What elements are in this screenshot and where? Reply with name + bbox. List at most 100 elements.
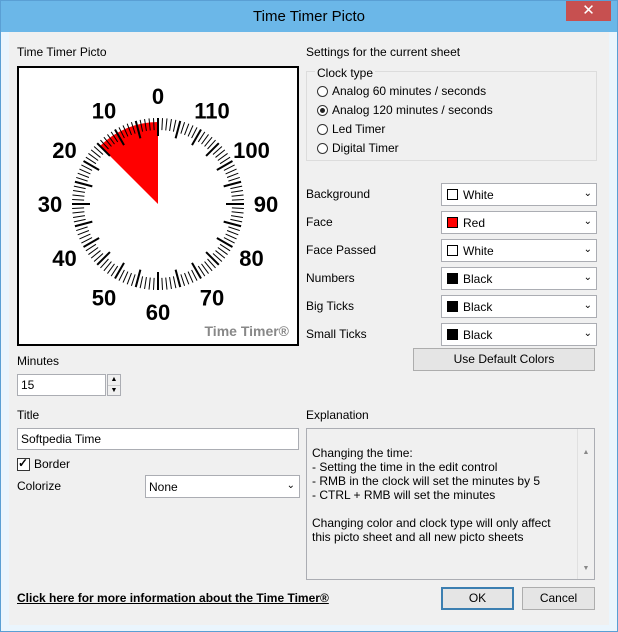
border-label: Border	[34, 457, 71, 471]
colorize-select[interactable]: None ⌄	[145, 475, 300, 498]
clock-number: 110	[194, 98, 230, 123]
small-tick	[77, 230, 90, 236]
small-ticks-label: Small Ticks	[306, 327, 367, 341]
clock-number: 20	[52, 138, 76, 163]
small-tick	[231, 190, 244, 193]
chevron-down-icon: ⌄	[583, 328, 592, 339]
color-swatch	[447, 217, 458, 228]
clock-number: 60	[146, 300, 170, 325]
small-tick	[72, 211, 85, 214]
scroll-up-icon[interactable]: ▲	[578, 446, 594, 460]
clock-number: 10	[92, 98, 116, 123]
clock-number: 70	[200, 286, 224, 311]
small-tick	[180, 274, 186, 286]
title-label: Title	[17, 408, 40, 422]
dialog-window: Time Timer Picto ✕ Time Timer Picto 0 10 2…	[0, 0, 618, 632]
explanation-scrollbar[interactable]: ▲ ▼	[577, 429, 594, 579]
clock-number: 50	[92, 286, 116, 311]
small-tick	[172, 276, 177, 289]
ok-button[interactable]: OK	[441, 587, 514, 610]
small-tick	[230, 185, 243, 190]
border-checkbox-row[interactable]: Border	[17, 456, 71, 471]
big-tick	[191, 129, 202, 146]
radio-button[interactable]	[317, 85, 328, 97]
small-tick	[187, 125, 194, 137]
radio-label: Analog 60 minutes / seconds	[332, 84, 487, 98]
title-bar[interactable]: Time Timer Picto ✕	[1, 1, 617, 32]
minutes-input[interactable]: 15	[17, 374, 106, 396]
chevron-down-icon: ⌄	[583, 300, 592, 311]
small-tick	[79, 233, 91, 240]
small-tick	[231, 199, 244, 201]
color-value: Black	[463, 271, 493, 286]
border-checkbox[interactable]	[17, 456, 30, 471]
radio-analog-120[interactable]: Analog 120 minutes / seconds	[317, 103, 493, 117]
big-tick	[134, 269, 142, 288]
small-tick	[169, 277, 172, 290]
spin-down-icon[interactable]: ▼	[108, 386, 120, 396]
spin-up-icon[interactable]: ▲	[108, 375, 120, 386]
background-color-select[interactable]: White ⌄	[441, 183, 597, 206]
radio-button[interactable]	[317, 104, 328, 116]
chevron-down-icon: ⌄	[286, 480, 295, 491]
title-input[interactable]: Softpedia Time	[17, 428, 299, 450]
color-value: White	[463, 243, 494, 258]
small-tick	[169, 118, 172, 131]
small-tick	[153, 118, 155, 131]
small-tick	[72, 190, 85, 193]
big-tick	[223, 220, 242, 228]
small-tick	[165, 118, 168, 131]
explanation-body: Changing the time: - Setting the time in…	[312, 446, 551, 544]
small-tick	[72, 207, 85, 209]
small-tick	[187, 271, 194, 283]
small-tick	[231, 215, 244, 218]
small-tick	[139, 276, 144, 289]
radio-led-timer[interactable]: Led Timer	[317, 122, 385, 136]
close-icon[interactable]: ✕	[566, 1, 611, 21]
background-label: Background	[306, 187, 371, 201]
color-value: Black	[463, 299, 493, 314]
big-tick	[216, 160, 233, 171]
small-tick	[76, 226, 88, 232]
scroll-down-icon[interactable]: ▼	[578, 562, 594, 576]
more-info-link[interactable]: Click here for more information about th…	[17, 591, 329, 605]
dialog-client-area: Time Timer Picto 0 10 20 30 40 50 60 70 80 90 100 1…	[9, 32, 609, 625]
small-tick	[76, 176, 88, 182]
face-color-select[interactable]: Red ⌄	[441, 211, 597, 234]
preview-label: Time Timer Picto	[17, 45, 107, 59]
clock-type-group: Clock type Analog 60 minutes / seconds A…	[306, 66, 597, 161]
color-swatch	[447, 301, 458, 312]
small-tick	[226, 172, 239, 178]
small-tick	[161, 118, 163, 131]
small-tick	[73, 218, 86, 223]
radio-button[interactable]	[317, 123, 328, 135]
small-tick	[77, 172, 90, 178]
small-tick	[79, 168, 91, 175]
big-ticks-color-select[interactable]: Black ⌄	[441, 295, 597, 318]
clock-number: 80	[239, 246, 263, 271]
numbers-color-select[interactable]: Black ⌄	[441, 267, 597, 290]
analog-clock[interactable]: 0 10 20 30 40 50 60 70 80 90 100110 Time Timer®	[19, 68, 297, 344]
small-tick	[180, 122, 186, 134]
small-tick	[184, 272, 190, 285]
clock-preview[interactable]: 0 10 20 30 40 50 60 70 80 90 100 110 Time Timer®	[17, 66, 299, 346]
chevron-down-icon: ⌄	[583, 188, 592, 199]
time-timer-brand: Time Timer®	[205, 323, 290, 339]
face-label: Face	[306, 215, 333, 229]
small-ticks-color-select[interactable]: Black ⌄	[441, 323, 597, 346]
face-passed-color-select[interactable]: White ⌄	[441, 239, 597, 262]
color-value: Red	[463, 215, 486, 230]
numbers-label: Numbers	[306, 271, 355, 285]
small-tick	[231, 211, 244, 214]
radio-analog-60[interactable]: Analog 60 minutes / seconds	[317, 84, 486, 98]
radio-button[interactable]	[317, 142, 328, 154]
use-default-colors-button[interactable]: Use Default Colors	[413, 348, 595, 371]
clock-number: 90	[254, 192, 278, 217]
small-tick	[130, 274, 136, 286]
radio-digital-timer[interactable]: Digital Timer	[317, 141, 399, 155]
colorize-label: Colorize	[17, 479, 62, 493]
radio-label: Analog 120 minutes / seconds	[332, 103, 493, 117]
minutes-spinner[interactable]: ▲ ▼	[107, 374, 121, 396]
cancel-button[interactable]: Cancel	[522, 587, 595, 610]
color-swatch	[447, 329, 458, 340]
